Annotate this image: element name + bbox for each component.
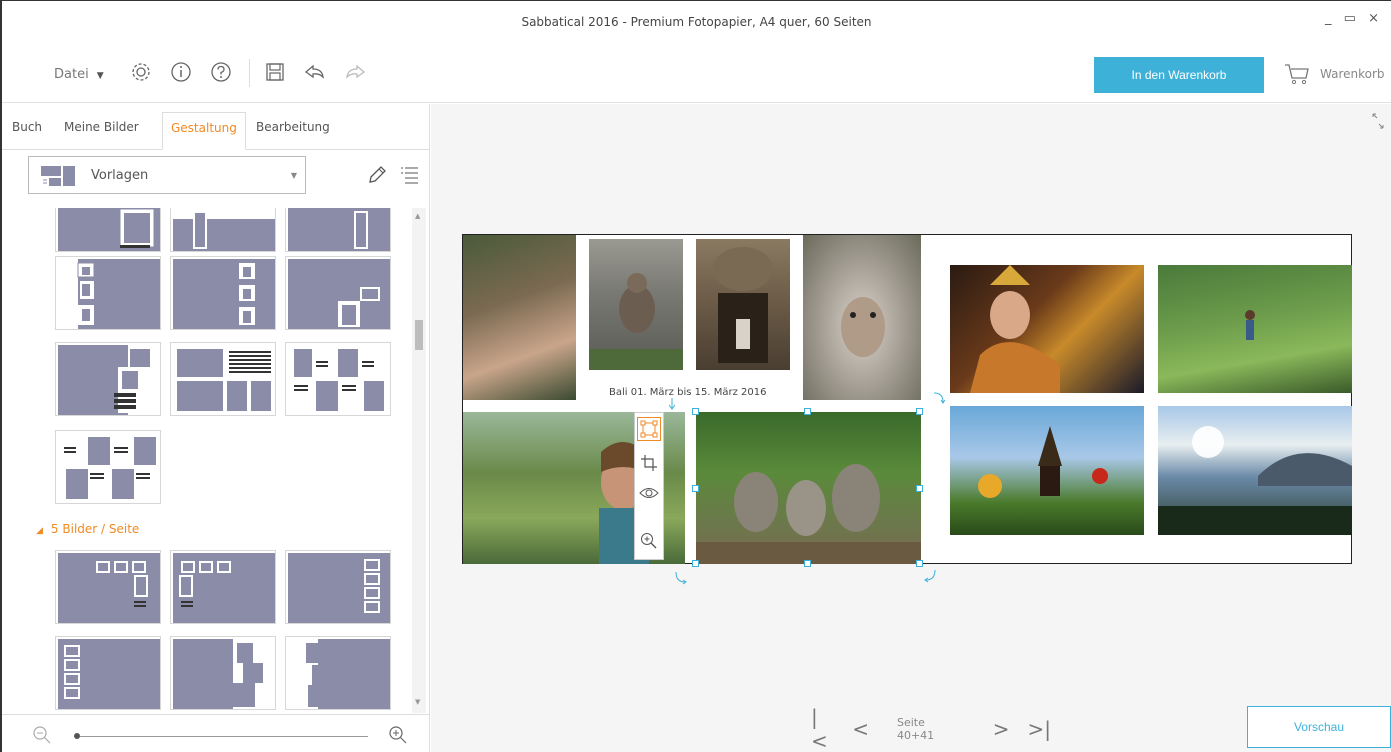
- template-thumb[interactable]: [285, 636, 391, 710]
- next-page-icon[interactable]: >: [993, 717, 1010, 741]
- resize-handle[interactable]: [916, 560, 923, 567]
- tab-buch[interactable]: Buch: [12, 112, 42, 150]
- template-thumb[interactable]: [170, 636, 276, 710]
- fullscreen-icon[interactable]: [1371, 112, 1385, 130]
- resize-handle[interactable]: [916, 485, 923, 492]
- redo-icon[interactable]: [342, 59, 368, 85]
- first-page-icon[interactable]: |<: [811, 705, 834, 752]
- photo-lake-sunrise[interactable]: [1158, 406, 1352, 535]
- template-thumb[interactable]: [55, 342, 161, 416]
- resize-handle[interactable]: [692, 560, 699, 567]
- zoom-slider-knob[interactable]: [74, 733, 80, 739]
- editor-canvas: Bali 01. März bis 15. März 2016 |< < Sei…: [431, 104, 1391, 752]
- section-header[interactable]: ◢ 5 Bilder / Seite: [36, 522, 139, 536]
- template-thumb[interactable]: [55, 550, 161, 624]
- photo-monkey-face[interactable]: [803, 235, 921, 400]
- template-thumb[interactable]: [285, 256, 391, 330]
- template-thumb[interactable]: [170, 256, 276, 330]
- template-thumb[interactable]: [285, 208, 391, 252]
- toolbar-divider: [249, 59, 250, 87]
- zoom-out-icon[interactable]: [32, 725, 52, 745]
- template-thumb[interactable]: [55, 256, 161, 330]
- previous-page-icon[interactable]: <: [852, 717, 869, 741]
- save-icon[interactable]: [262, 59, 288, 85]
- title-bar: Sabbatical 2016 - Premium Fotopapier, A4…: [2, 1, 1391, 45]
- move-arrow-icon[interactable]: [667, 396, 677, 412]
- template-thumb[interactable]: [55, 636, 161, 710]
- photo-temple-pagoda[interactable]: [950, 406, 1144, 535]
- collapse-triangle-icon: ◢: [36, 526, 43, 536]
- page-navigator: |< < Seite 40+41 > >|: [811, 705, 1052, 752]
- zoom-slider[interactable]: [76, 736, 368, 737]
- scroll-up-icon[interactable]: ▲: [415, 212, 420, 220]
- rotate-icon[interactable]: [672, 570, 688, 586]
- template-thumb[interactable]: [285, 342, 391, 416]
- chevron-down-icon: ▼: [96, 71, 104, 81]
- preview-button[interactable]: Vorschau: [1247, 706, 1391, 748]
- photo-woman-monkey[interactable]: [463, 235, 576, 400]
- rotate-icon[interactable]: [923, 568, 939, 584]
- template-thumb[interactable]: [170, 550, 276, 624]
- window-title: Sabbatical 2016 - Premium Fotopapier, A4…: [521, 15, 872, 29]
- last-page-icon[interactable]: >|: [1028, 717, 1052, 741]
- tab-gestaltung[interactable]: Gestaltung: [162, 112, 246, 150]
- resize-handle[interactable]: [804, 408, 811, 415]
- help-icon[interactable]: [208, 59, 234, 85]
- rotate-icon[interactable]: [931, 390, 947, 406]
- eye-icon[interactable]: [637, 481, 661, 505]
- resize-handle[interactable]: [804, 560, 811, 567]
- undo-icon[interactable]: [302, 59, 328, 85]
- cart-link[interactable]: Warenkorb: [1284, 63, 1385, 85]
- page-indicator: Seite 40+41: [896, 716, 935, 742]
- resize-handle[interactable]: [916, 408, 923, 415]
- crop-icon[interactable]: [637, 451, 661, 475]
- settings-gear-icon[interactable]: [128, 59, 154, 85]
- template-thumb[interactable]: [170, 342, 276, 416]
- photo-monkey-family[interactable]: [696, 412, 921, 564]
- template-list: ◢ 5 Bilder / Seite: [2, 208, 412, 713]
- file-menu[interactable]: Datei ▼: [54, 67, 104, 82]
- template-thumb[interactable]: [285, 550, 391, 624]
- main-toolbar: Datei ▼ In den Warenkorb Warenkorb: [2, 45, 1391, 103]
- add-to-cart-button[interactable]: In den Warenkorb: [1094, 57, 1264, 93]
- zoom-photo-icon[interactable]: [637, 529, 661, 553]
- scroll-thumb[interactable]: [415, 320, 423, 350]
- tab-bearbeitung[interactable]: Bearbeitung: [256, 112, 330, 150]
- window-controls[interactable]: _ ▭ ×: [1325, 11, 1383, 26]
- section-header-label: 5 Bilder / Seite: [50, 522, 140, 536]
- photobook-spread[interactable]: Bali 01. März bis 15. März 2016: [462, 234, 1352, 564]
- template-layout-icon: [41, 166, 75, 186]
- template-thumb[interactable]: [170, 208, 276, 252]
- info-icon[interactable]: [168, 59, 194, 85]
- tab-meine-bilder[interactable]: Meine Bilder: [64, 112, 139, 150]
- file-menu-label: Datei: [54, 67, 89, 82]
- photo-temple-statue[interactable]: [696, 239, 790, 370]
- shopping-cart-icon: [1285, 64, 1309, 85]
- resize-handle[interactable]: [692, 408, 699, 415]
- chevron-down-icon: ▼: [290, 171, 297, 180]
- scroll-down-icon[interactable]: ▼: [415, 698, 420, 706]
- resize-handle[interactable]: [692, 485, 699, 492]
- template-thumb[interactable]: [55, 430, 161, 504]
- panel-tabs: Buch Meine Bilder Gestaltung Bearbeitung: [2, 104, 430, 150]
- app-window: Sabbatical 2016 - Premium Fotopapier, A4…: [0, 0, 1391, 752]
- photo-context-toolbar: [634, 412, 664, 560]
- template-scrollbar[interactable]: ▲ ▼: [412, 208, 426, 713]
- list-view-icon[interactable]: [398, 164, 420, 186]
- frame-select-icon[interactable]: [637, 417, 661, 441]
- templates-dropdown-value: Vorlagen: [91, 168, 149, 183]
- photo-monkey-sitting[interactable]: [589, 239, 683, 370]
- cart-link-label: Warenkorb: [1320, 67, 1385, 81]
- templates-dropdown[interactable]: Vorlagen ▼: [28, 156, 306, 194]
- page-caption[interactable]: Bali 01. März bis 15. März 2016: [609, 387, 766, 398]
- photo-rice-terrace-jump[interactable]: [1158, 265, 1352, 393]
- template-thumb[interactable]: [55, 208, 161, 252]
- pencil-icon[interactable]: [366, 164, 388, 186]
- left-panel: Buch Meine Bilder Gestaltung Bearbeitung…: [2, 104, 430, 752]
- zoom-in-icon[interactable]: [388, 725, 408, 745]
- zoom-bar: [2, 714, 430, 752]
- photo-balinese-dancer[interactable]: [950, 265, 1144, 393]
